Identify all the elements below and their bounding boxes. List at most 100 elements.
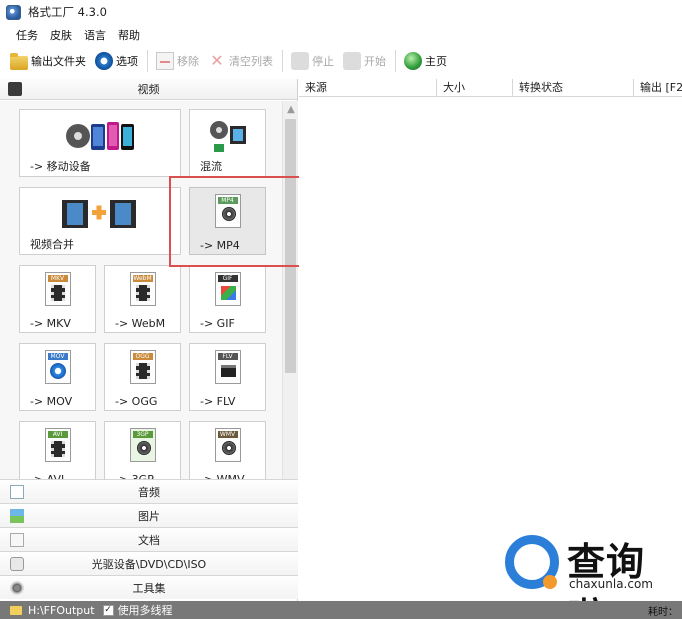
tile-label: -> FLV — [200, 395, 236, 408]
video-category-header[interactable]: 视频 — [0, 79, 297, 100]
tile-flv[interactable]: FLV -> FLV — [189, 343, 266, 411]
format-tag: WMV — [217, 431, 238, 438]
clear-icon: ✕ — [210, 51, 224, 70]
category-label: 图片 — [138, 509, 160, 523]
home-button[interactable]: 主页 — [404, 52, 447, 70]
tile-webm[interactable]: WebM -> WebM — [104, 265, 181, 333]
tile-label: -> GIF — [200, 317, 235, 330]
multithread-checkbox[interactable]: ✓ — [102, 604, 114, 616]
picture-icon — [10, 509, 24, 523]
stop-icon — [291, 52, 309, 70]
tile-ogg[interactable]: OGG -> OGG — [104, 343, 181, 411]
format-tag: MOV — [47, 353, 68, 360]
format-tag: FLV — [217, 353, 238, 360]
menu-help[interactable]: 帮助 — [118, 27, 140, 43]
stop-button[interactable]: 停止 — [291, 52, 334, 70]
tile-label: 混流 — [200, 160, 222, 173]
disc-drive-icon — [10, 557, 24, 571]
start-icon — [343, 52, 361, 70]
tile-mov[interactable]: MOV -> MOV — [19, 343, 96, 411]
title-bar: 格式工厂 4.3.0 — [0, 0, 682, 24]
category-disc[interactable]: 光驱设备\DVD\CD\ISO — [0, 551, 298, 575]
format-tag: OGG — [132, 353, 153, 360]
watermark-logo-dot — [543, 575, 557, 589]
elapsed-time: 耗时： — [648, 607, 678, 618]
webm-icon: WebM — [129, 272, 156, 306]
video-category-label: 视频 — [137, 83, 160, 96]
category-label: 工具集 — [132, 581, 166, 595]
tile-label: -> WebM — [115, 317, 166, 330]
column-status[interactable]: 转换状态 — [513, 79, 634, 96]
mov-icon: MOV — [44, 350, 71, 384]
category-label: 文档 — [138, 533, 160, 547]
column-output[interactable]: 输出 [F2] — [634, 79, 682, 96]
tile-video-merge[interactable]: 视频合并 — [19, 187, 181, 255]
remove-button[interactable]: 移除 — [156, 52, 199, 70]
ogg-icon: OGG — [129, 350, 156, 384]
tile-mobile-device[interactable]: -> 移动设备 — [19, 109, 181, 177]
category-audio[interactable]: 音频 — [0, 479, 298, 503]
tile-scrollbar[interactable]: ▲ ▼ — [282, 101, 298, 501]
mobile-devices-icon — [65, 118, 135, 154]
output-folder-label: 输出文件夹 — [31, 55, 86, 68]
watermark-url: chaxunla.com — [569, 577, 653, 591]
start-button[interactable]: 开始 — [343, 52, 386, 70]
menu-bar: 任务 皮肤 语言 帮助 — [0, 24, 682, 46]
tile-mkv[interactable]: MKV -> MKV — [19, 265, 96, 333]
watermark: 查询啦 chaxunla.com — [505, 531, 680, 619]
format-tag: GIF — [217, 275, 238, 282]
document-icon — [10, 533, 24, 547]
format-tag: AVI — [47, 431, 68, 438]
clear-list-button[interactable]: ✕ 清空列表 — [208, 52, 273, 70]
menu-language[interactable]: 语言 — [84, 27, 106, 43]
column-source[interactable]: 来源 — [299, 79, 437, 96]
category-image[interactable]: 图片 — [0, 503, 298, 527]
tile-mux[interactable]: 混流 — [189, 109, 266, 177]
toolbar-separator — [147, 50, 148, 72]
output-path[interactable]: H:\FFOutput — [28, 604, 95, 617]
tile-gif[interactable]: GIF -> GIF — [189, 265, 266, 333]
toolbar-separator — [282, 50, 283, 72]
tile-label: -> MKV — [30, 317, 71, 330]
format-tag: MKV — [47, 275, 68, 282]
app-icon — [6, 4, 21, 20]
menu-skin[interactable]: 皮肤 — [50, 27, 72, 43]
task-table-header: 来源 大小 转换状态 输出 [F2] — [299, 79, 682, 97]
output-folder-button[interactable]: 输出文件夹 — [10, 52, 86, 70]
options-label: 选项 — [116, 55, 138, 68]
options-button[interactable]: 选项 — [95, 52, 138, 70]
column-size[interactable]: 大小 — [437, 79, 513, 96]
video-tile-grid: -> 移动设备 混流 视频合并 MP4 -> MP4 MKV -> MKV We… — [0, 101, 298, 501]
tools-icon — [10, 581, 24, 595]
toolbar: 输出文件夹 选项 移除 ✕ 清空列表 停止 开始 主页 — [0, 46, 682, 76]
category-label: 光驱设备\DVD\CD\ISO — [91, 557, 207, 571]
3gp-icon: 3GP — [129, 428, 156, 462]
format-tag: 3GP — [132, 431, 153, 438]
category-tools[interactable]: 工具集 — [0, 575, 298, 599]
globe-icon — [404, 52, 422, 70]
tile-label: -> MOV — [30, 395, 73, 408]
window-title: 格式工厂 4.3.0 — [28, 5, 107, 19]
video-merge-icon — [60, 198, 140, 230]
options-icon — [95, 52, 113, 70]
tile-label: -> 移动设备 — [30, 160, 91, 173]
remove-icon — [156, 52, 174, 70]
remove-label: 移除 — [177, 55, 199, 68]
tile-label: -> OGG — [115, 395, 158, 408]
format-tag: WebM — [132, 275, 153, 282]
chevron-up-icon[interactable]: ▲ — [284, 103, 298, 117]
category-panel: 视频 -> 移动设备 混流 视频合并 MP4 -> MP4 MKV -> MKV… — [0, 79, 298, 601]
stop-label: 停止 — [312, 55, 334, 68]
menu-task[interactable]: 任务 — [16, 27, 38, 43]
highlight-box — [169, 176, 302, 267]
start-label: 开始 — [364, 55, 386, 68]
category-document[interactable]: 文档 — [0, 527, 298, 551]
flv-icon: FLV — [214, 350, 241, 384]
toolbar-separator — [395, 50, 396, 72]
home-label: 主页 — [425, 55, 447, 68]
mkv-icon: MKV — [44, 272, 71, 306]
category-label: 音频 — [138, 485, 160, 499]
task-list-panel: 来源 大小 转换状态 输出 [F2] — [299, 79, 682, 601]
clear-list-label: 清空列表 — [229, 55, 273, 68]
folder-icon — [10, 52, 28, 70]
